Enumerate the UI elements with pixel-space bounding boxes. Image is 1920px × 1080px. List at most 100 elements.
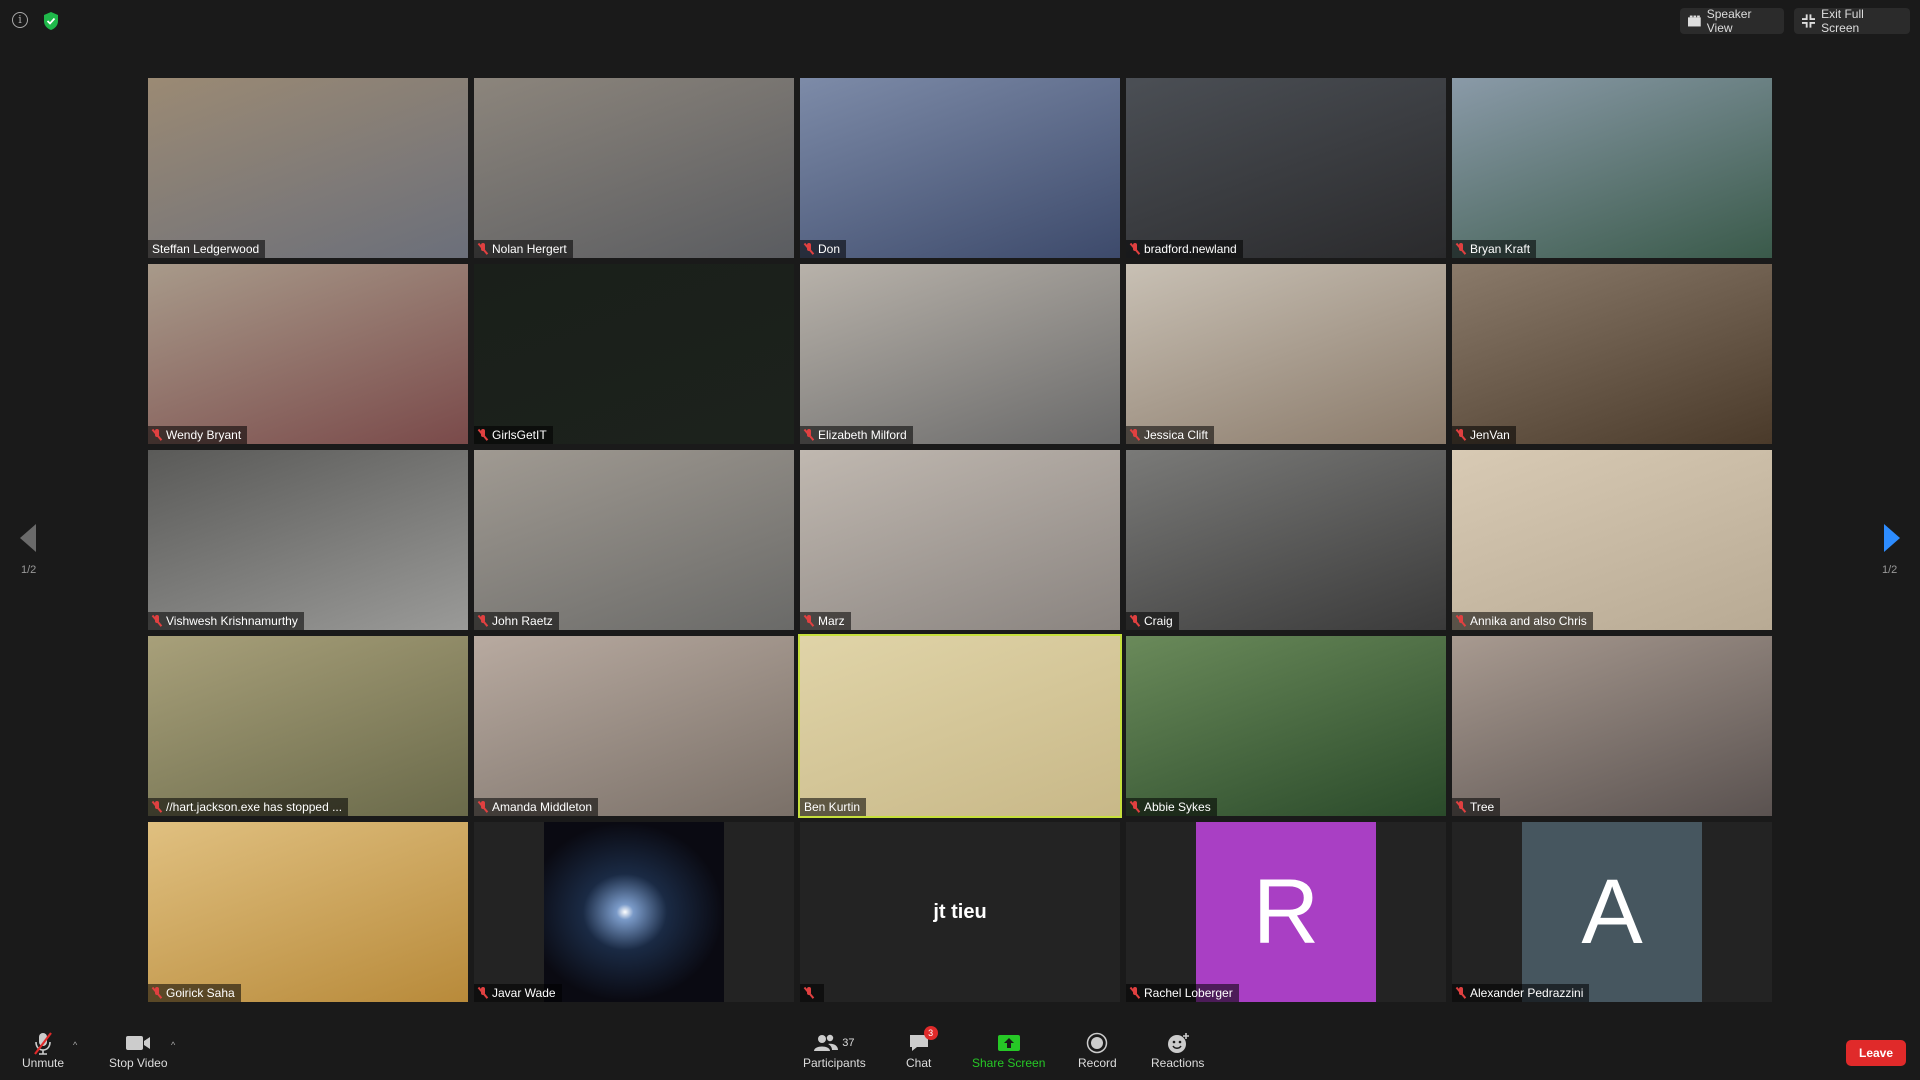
muted-mic-icon — [152, 801, 162, 813]
audio-options-caret-icon[interactable]: ^ — [73, 1040, 77, 1050]
participant-name: Craig — [1144, 614, 1173, 628]
participant-name-tag: JenVan — [1452, 426, 1516, 444]
participant-tile[interactable]: Don — [800, 78, 1120, 258]
participant-tile[interactable]: A Alexander Pedrazzini — [1452, 822, 1772, 1002]
participant-name-tag: Steffan Ledgerwood — [148, 240, 266, 258]
muted-mic-icon — [478, 801, 488, 813]
participant-name: Rachel Loberger — [1144, 986, 1233, 1000]
reactions-button[interactable]: Reactions — [1151, 1030, 1204, 1070]
participant-name: Alexander Pedrazzini — [1470, 986, 1584, 1000]
muted-mic-icon — [1456, 987, 1466, 999]
participant-tile[interactable]: Jessica Clift — [1126, 264, 1446, 444]
muted-mic-icon — [478, 615, 488, 627]
participant-video — [800, 450, 1120, 630]
muted-mic-icon — [152, 987, 162, 999]
participant-tile[interactable]: Javar Wade — [474, 822, 794, 1002]
participant-tile[interactable]: Steffan Ledgerwood — [148, 78, 468, 258]
participant-name-tag: Don — [800, 240, 847, 258]
participant-video — [1126, 78, 1446, 258]
gallery-grid: Steffan Ledgerwood Nolan Hergert Don bradfo… — [148, 78, 1772, 1002]
share-screen-icon — [997, 1030, 1021, 1056]
participant-tile[interactable]: JenVan — [1452, 264, 1772, 444]
participant-tile[interactable]: Wendy Bryant — [148, 264, 468, 444]
muted-mic-icon — [1456, 615, 1466, 627]
participant-tile[interactable]: Tree — [1452, 636, 1772, 816]
participant-tile[interactable]: //hart.jackson.exe has stopped ... — [148, 636, 468, 816]
participant-video — [1452, 636, 1772, 816]
chat-unread-badge: 3 — [923, 1026, 938, 1040]
participant-name-tag: Annika and also Chris — [1452, 612, 1593, 630]
participant-display-name: jt tieu — [933, 900, 987, 923]
participant-name-tag: Goirick Saha — [148, 984, 241, 1002]
muted-mic-icon — [152, 429, 162, 441]
participant-name-tag: Bryan Kraft — [1452, 240, 1537, 258]
participant-name: Annika and also Chris — [1470, 614, 1587, 628]
participant-tile[interactable]: Goirick Saha — [148, 822, 468, 1002]
speaker-view-icon — [1688, 15, 1701, 27]
muted-mic-icon — [1130, 987, 1140, 999]
participant-tile[interactable]: Abbie Sykes — [1126, 636, 1446, 816]
muted-mic-icon — [1456, 243, 1466, 255]
participant-video — [1126, 450, 1446, 630]
participant-name-tag: Vishwesh Krishnamurthy — [148, 612, 304, 630]
participant-tile[interactable]: Marz — [800, 450, 1120, 630]
next-page-arrow-icon[interactable] — [1884, 524, 1900, 552]
participant-name: Steffan Ledgerwood — [152, 242, 260, 256]
exit-full-screen-label: Exit Full Screen — [1821, 7, 1864, 35]
participant-avatar: A — [1522, 822, 1702, 1002]
speaker-view-button[interactable]: Speaker View — [1680, 7, 1784, 35]
video-options-caret-icon[interactable]: ^ — [171, 1040, 175, 1050]
participant-video — [474, 450, 794, 630]
muted-mic-icon — [1130, 243, 1140, 255]
participant-name: Tree — [1470, 800, 1495, 814]
participant-name-tag: Craig — [1126, 612, 1179, 630]
reactions-smiley-icon — [1166, 1030, 1190, 1056]
participant-tile[interactable]: Elizabeth Milford — [800, 264, 1120, 444]
info-icon[interactable]: i — [12, 12, 28, 28]
stop-video-button[interactable]: Stop Video — [109, 1030, 168, 1070]
participant-tile[interactable]: GirlsGetIT — [474, 264, 794, 444]
participant-name-tag: John Raetz — [474, 612, 559, 630]
participant-name-tag: Nolan Hergert — [474, 240, 573, 258]
shield-check-icon[interactable] — [42, 11, 60, 31]
participant-tile[interactable]: Amanda Middleton — [474, 636, 794, 816]
participant-name: Javar Wade — [492, 986, 556, 1000]
participant-video — [800, 78, 1120, 258]
participants-icon-wrap: 37 — [814, 1030, 854, 1056]
participant-video — [1126, 264, 1446, 444]
chat-button[interactable]: 3 Chat — [906, 1026, 938, 1070]
previous-page-arrow-icon[interactable] — [20, 524, 36, 552]
participant-video — [1126, 636, 1446, 816]
participant-tile[interactable]: Ben Kurtin — [798, 634, 1122, 818]
participant-name: Jessica Clift — [1144, 428, 1209, 442]
muted-mic-icon — [1130, 801, 1140, 813]
unmute-button[interactable]: Unmute — [22, 1030, 64, 1070]
participant-name: Goirick Saha — [166, 986, 235, 1000]
share-screen-button[interactable]: Share Screen — [972, 1030, 1045, 1070]
participant-tile[interactable]: Nolan Hergert — [474, 78, 794, 258]
participant-tile[interactable]: Bryan Kraft — [1452, 78, 1772, 258]
muted-mic-icon — [30, 1030, 56, 1056]
participant-video — [544, 822, 724, 1002]
participant-tile[interactable]: Vishwesh Krishnamurthy — [148, 450, 468, 630]
participant-name: John Raetz — [492, 614, 553, 628]
reactions-label: Reactions — [1151, 1056, 1205, 1070]
participant-tile[interactable]: Annika and also Chris — [1452, 450, 1772, 630]
muted-mic-icon — [1130, 615, 1140, 627]
participant-video — [1452, 78, 1772, 258]
participant-tile[interactable]: jt tieu — [800, 822, 1120, 1002]
participant-tile[interactable]: John Raetz — [474, 450, 794, 630]
participant-tile[interactable]: Craig — [1126, 450, 1446, 630]
participant-name: Ben Kurtin — [804, 800, 861, 814]
participant-name-tag: Rachel Loberger — [1126, 984, 1239, 1002]
participant-tile[interactable]: R Rachel Loberger — [1126, 822, 1446, 1002]
participant-name-tag: Elizabeth Milford — [800, 426, 913, 444]
participant-name-tag: //hart.jackson.exe has stopped ... — [148, 798, 349, 816]
muted-mic-icon — [478, 987, 488, 999]
participant-tile[interactable]: bradford.newland — [1126, 78, 1446, 258]
record-button[interactable]: Record — [1078, 1030, 1117, 1070]
leave-button[interactable]: Leave — [1846, 1040, 1906, 1066]
exit-full-screen-button[interactable]: Exit Full Screen — [1794, 7, 1910, 35]
participants-button[interactable]: 37 Participants — [803, 1030, 866, 1070]
muted-mic-icon — [478, 429, 488, 441]
